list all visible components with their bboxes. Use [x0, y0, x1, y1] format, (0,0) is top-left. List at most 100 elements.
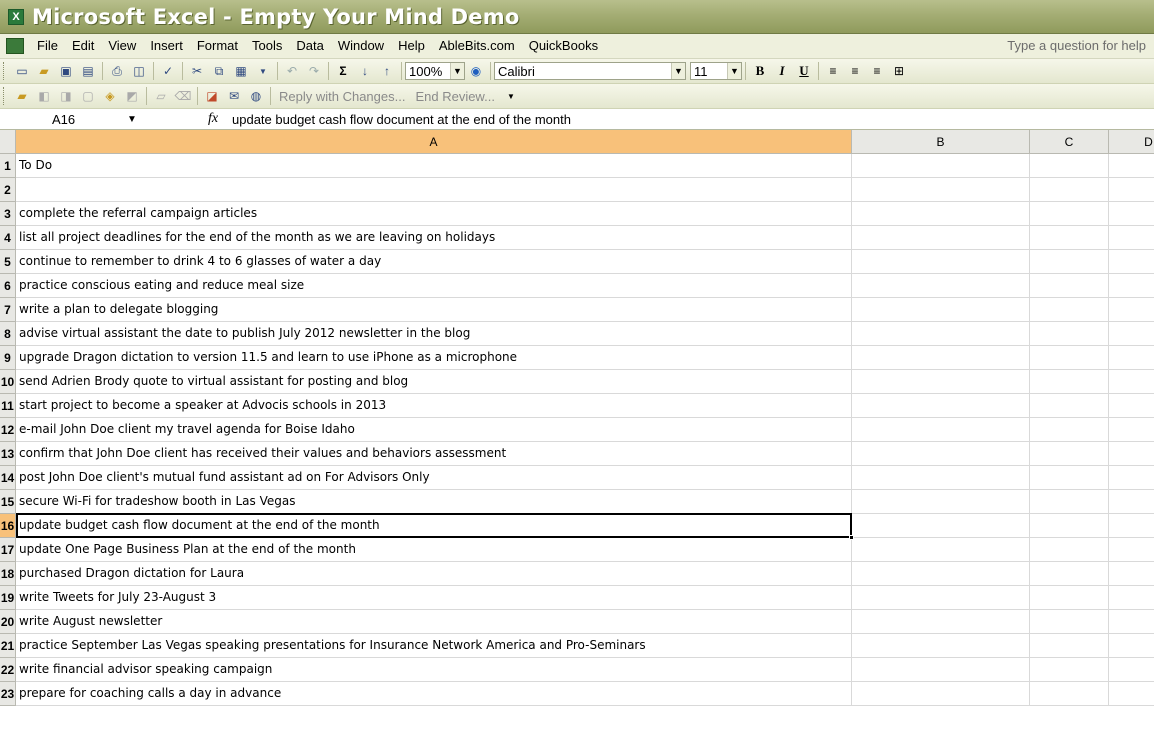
cell-c[interactable] [1030, 490, 1109, 514]
cell-a[interactable]: practice conscious eating and reduce mea… [16, 274, 852, 298]
cell-c[interactable] [1030, 514, 1109, 538]
menu-view[interactable]: View [101, 35, 143, 57]
cell-c[interactable] [1030, 466, 1109, 490]
cell-b[interactable] [852, 370, 1030, 394]
row-header[interactable]: 7 [0, 298, 16, 322]
paste-icon[interactable]: ▦ [231, 61, 251, 81]
menu-quickbooks[interactable]: QuickBooks [522, 35, 605, 57]
sort-descending-icon[interactable]: ↑ [377, 61, 397, 81]
excel-app-icon[interactable]: X [8, 8, 24, 25]
print-icon[interactable]: ⎙ [107, 61, 127, 81]
cell-a[interactable]: secure Wi-Fi for tradeshow booth in Las … [16, 490, 852, 514]
chevron-down-icon[interactable]: ▼ [727, 63, 741, 79]
cell-b[interactable] [852, 562, 1030, 586]
help-question-box[interactable]: Type a question for help [1007, 38, 1146, 53]
cell-b[interactable] [852, 202, 1030, 226]
cell-c[interactable] [1030, 658, 1109, 682]
permission-icon[interactable]: ▤ [78, 61, 98, 81]
bold-button[interactable]: B [750, 61, 770, 81]
cell-b[interactable] [852, 634, 1030, 658]
cell-c[interactable] [1030, 346, 1109, 370]
cell-b[interactable] [852, 658, 1030, 682]
cell-a[interactable]: start project to become a speaker at Adv… [16, 394, 852, 418]
cell-a[interactable]: complete the referral campaign articles [16, 202, 852, 226]
cell-d[interactable] [1109, 226, 1154, 250]
cell-b[interactable] [852, 226, 1030, 250]
cell-b[interactable] [852, 346, 1030, 370]
menu-window[interactable]: Window [331, 35, 391, 57]
cell-d[interactable] [1109, 250, 1154, 274]
row-header[interactable]: 3 [0, 202, 16, 226]
cell-d[interactable] [1109, 394, 1154, 418]
chevron-down-icon[interactable]: ▼ [127, 114, 137, 125]
cell-a[interactable]: advise virtual assistant the date to pub… [16, 322, 852, 346]
row-header[interactable]: 22 [0, 658, 16, 682]
cell-b[interactable] [852, 394, 1030, 418]
redo-icon[interactable]: ↷ [304, 61, 324, 81]
formula-input[interactable]: update budget cash flow document at the … [232, 112, 571, 127]
cell-b[interactable] [852, 466, 1030, 490]
name-box[interactable]: A16 ▼ [10, 110, 160, 128]
toolbar-options-icon[interactable]: ▼ [501, 86, 521, 106]
cell-a[interactable]: update budget cash flow document at the … [16, 514, 852, 538]
cell-a[interactable]: purchased Dragon dictation for Laura [16, 562, 852, 586]
chevron-down-icon[interactable]: ▼ [450, 63, 464, 79]
cell-c[interactable] [1030, 226, 1109, 250]
cell-d[interactable] [1109, 562, 1154, 586]
cell-c[interactable] [1030, 202, 1109, 226]
cell-d[interactable] [1109, 466, 1154, 490]
menu-insert[interactable]: Insert [143, 35, 190, 57]
cell-b[interactable] [852, 154, 1030, 178]
row-header[interactable]: 21 [0, 634, 16, 658]
cell-b[interactable] [852, 250, 1030, 274]
cell-a[interactable]: practice September Las Vegas speaking pr… [16, 634, 852, 658]
row-header[interactable]: 4 [0, 226, 16, 250]
merge-center-icon[interactable]: ⊞ [889, 61, 909, 81]
cell-c[interactable] [1030, 298, 1109, 322]
cell-a[interactable]: To Do [16, 154, 852, 178]
menu-data[interactable]: Data [289, 35, 330, 57]
cell-b[interactable] [852, 274, 1030, 298]
open-icon[interactable]: ▰ [34, 61, 54, 81]
cut-icon[interactable]: ✂ [187, 61, 207, 81]
cell-a[interactable]: send Adrien Brody quote to virtual assis… [16, 370, 852, 394]
mail-recipient-icon[interactable]: ◍ [246, 86, 266, 106]
row-header[interactable]: 20 [0, 610, 16, 634]
autosum-icon[interactable]: Σ [333, 61, 353, 81]
cell-a[interactable]: write a plan to delegate blogging [16, 298, 852, 322]
send-mail-icon[interactable]: ✉ [224, 86, 244, 106]
row-header[interactable]: 5 [0, 250, 16, 274]
align-right-icon[interactable]: ≡ [867, 61, 887, 81]
cell-b[interactable] [852, 490, 1030, 514]
cell-c[interactable] [1030, 154, 1109, 178]
font-size-select[interactable]: 11 ▼ [690, 62, 742, 80]
cell-c[interactable] [1030, 562, 1109, 586]
cell-d[interactable] [1109, 658, 1154, 682]
insert-function-icon[interactable]: fx [208, 111, 228, 127]
cell-d[interactable] [1109, 154, 1154, 178]
cell-b[interactable] [852, 586, 1030, 610]
menu-format[interactable]: Format [190, 35, 245, 57]
cell-c[interactable] [1030, 538, 1109, 562]
cell-c[interactable] [1030, 370, 1109, 394]
cell-b[interactable] [852, 178, 1030, 202]
cell-d[interactable] [1109, 274, 1154, 298]
cell-d[interactable] [1109, 298, 1154, 322]
reply-with-changes-button[interactable]: Reply with Changes... [279, 89, 405, 104]
row-header[interactable]: 8 [0, 322, 16, 346]
select-all-corner[interactable] [0, 130, 16, 154]
cell-d[interactable] [1109, 682, 1154, 706]
cell-a[interactable]: e-mail John Doe client my travel agenda … [16, 418, 852, 442]
spelling-icon[interactable]: ✓ [158, 61, 178, 81]
cell-a[interactable]: update One Page Business Plan at the end… [16, 538, 852, 562]
cell-a[interactable]: write Tweets for July 23-August 3 [16, 586, 852, 610]
copy-icon[interactable]: ⧉ [209, 61, 229, 81]
row-header[interactable]: 16 [0, 514, 16, 538]
cell-d[interactable] [1109, 442, 1154, 466]
show-all-comments-icon[interactable]: ◈ [100, 86, 120, 106]
cell-a[interactable] [16, 178, 852, 202]
cell-a[interactable]: write financial advisor speaking campaig… [16, 658, 852, 682]
row-header[interactable]: 12 [0, 418, 16, 442]
cell-c[interactable] [1030, 610, 1109, 634]
ink-annotation-icon[interactable]: ▱ [151, 86, 171, 106]
